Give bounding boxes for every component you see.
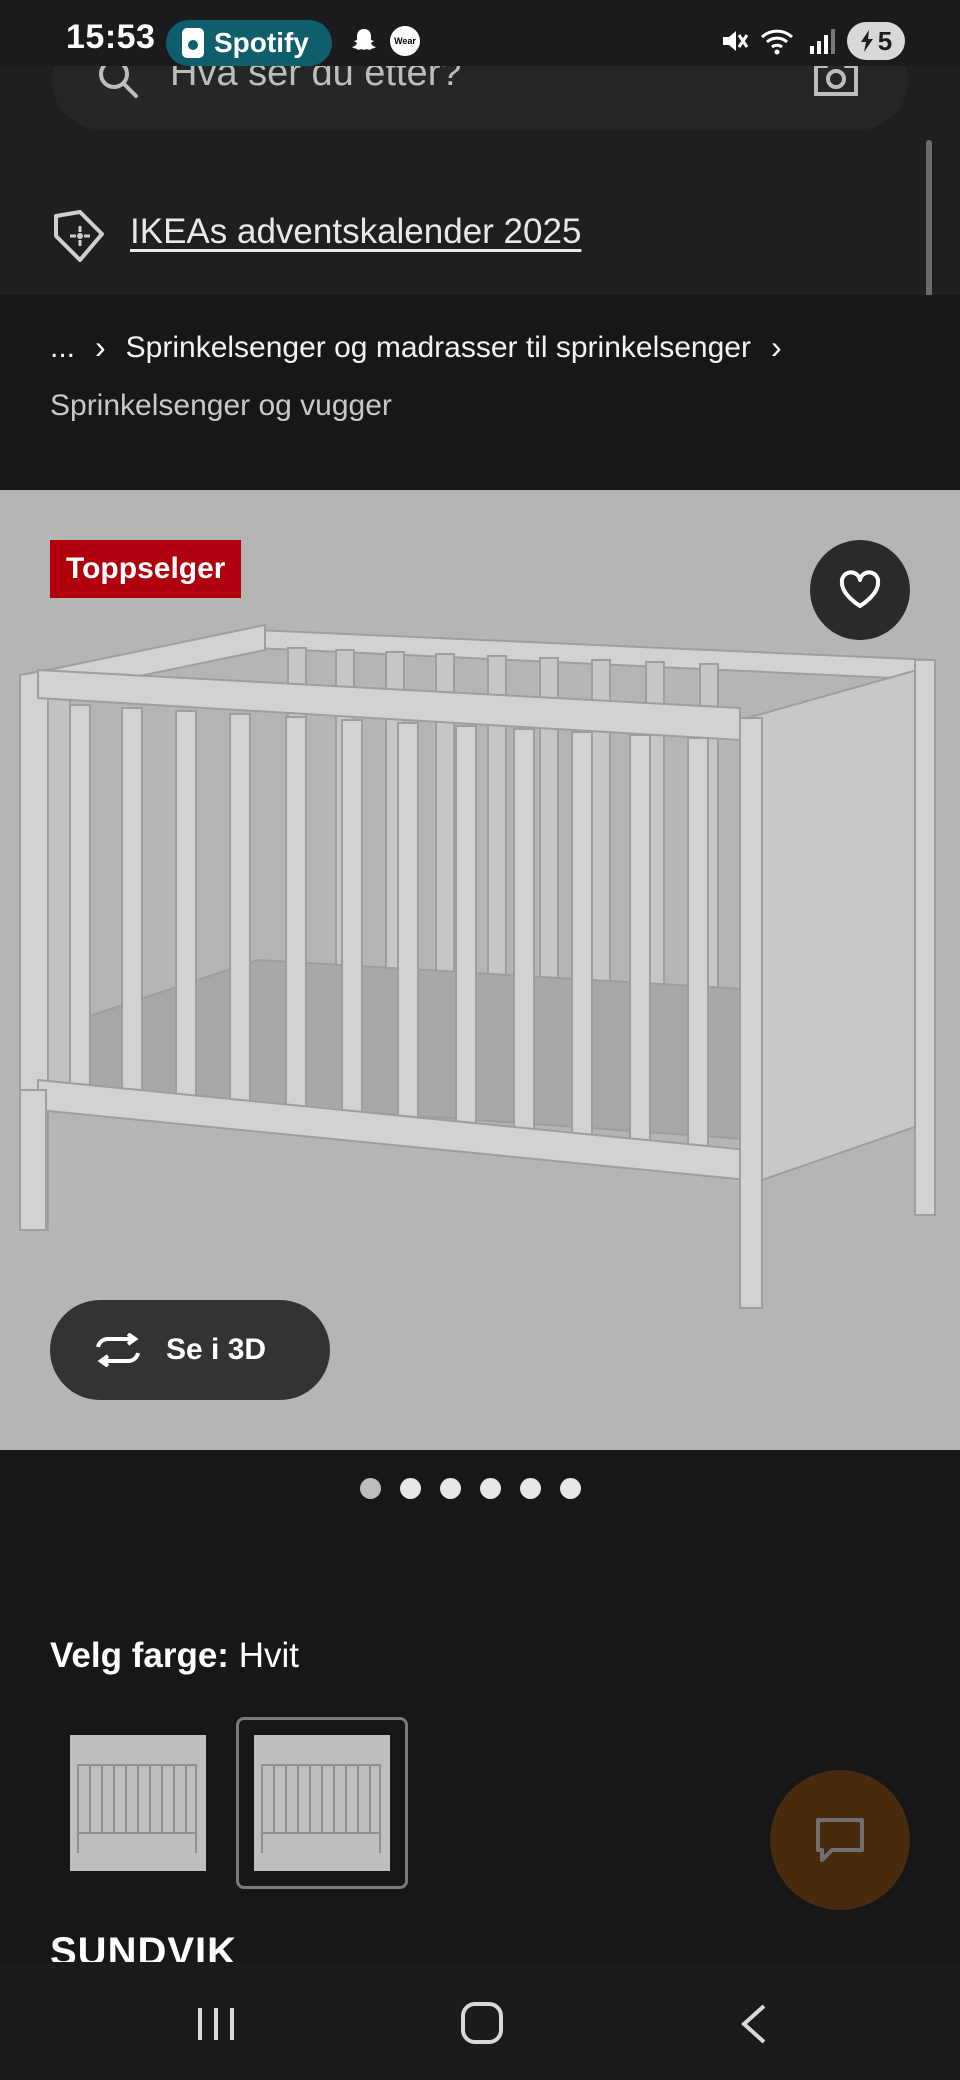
color-swatch-option[interactable] — [52, 1717, 224, 1889]
carousel-dot[interactable] — [399, 1478, 421, 1499]
crib-thumbnail-image — [77, 1764, 197, 1853]
snapchat-icon — [352, 29, 376, 50]
heart-icon — [839, 570, 881, 608]
advent-calendar-link[interactable]: IKEAs adventskalender 2025 — [130, 212, 581, 252]
back-icon[interactable] — [738, 2002, 768, 2046]
home-icon[interactable] — [461, 2002, 503, 2044]
swatch-crib-thumbnail — [70, 1735, 206, 1871]
breadcrumb-ellipsis[interactable]: ... — [50, 331, 75, 365]
wear-app-icon: Wear — [390, 26, 420, 56]
carousel-dot[interactable] — [479, 1478, 501, 1499]
carousel-dots — [0, 1478, 960, 1499]
spotify-label: Spotify — [214, 27, 309, 58]
top-seller-badge: Toppselger — [50, 540, 242, 598]
battery-indicator: 5 — [847, 22, 905, 60]
signal-icon — [810, 29, 835, 54]
favorite-button[interactable] — [810, 540, 910, 640]
breadcrumb: ... › Sprinkelsenger og madrasser til sp… — [0, 295, 960, 490]
color-value: Hvit — [238, 1636, 299, 1675]
carousel-dot[interactable] — [439, 1478, 461, 1499]
carousel-dot[interactable] — [559, 1478, 581, 1499]
color-label: Velg farge: — [50, 1636, 229, 1675]
crib-thumbnail-image — [261, 1764, 381, 1853]
breadcrumb-current: Sprinkelsenger og vugger — [50, 389, 392, 422]
system-icons: 5 — [719, 22, 905, 60]
chevron-right-icon: › — [95, 329, 106, 365]
promo-banner: IKEAs adventskalender 2025 — [0, 140, 960, 295]
android-nav-bar — [0, 1962, 960, 2080]
chat-button[interactable] — [770, 1770, 910, 1910]
rotate-3d-icon — [96, 1333, 140, 1367]
color-selector-label: Velg farge: Hvit — [50, 1636, 299, 1676]
wifi-icon — [760, 29, 794, 55]
color-swatch-option-selected[interactable] — [236, 1717, 408, 1889]
charging-bolt-icon — [860, 30, 873, 52]
view-in-3d-label: Se i 3D — [166, 1333, 267, 1366]
recents-icon[interactable] — [194, 2004, 238, 2044]
view-in-3d-button[interactable]: Se i 3D — [50, 1300, 330, 1400]
speaker-icon — [182, 28, 204, 58]
status-bar: 15:53 Spotify Wear 5 — [0, 0, 960, 66]
spotify-now-playing-pill[interactable]: Spotify — [166, 20, 332, 66]
battery-level: 5 — [877, 25, 893, 56]
breadcrumb-path: ... › Sprinkelsenger og madrasser til sp… — [50, 329, 782, 366]
status-time: 15:53 — [66, 18, 156, 56]
swatch-crib-thumbnail — [254, 1735, 390, 1871]
price-tag-icon — [54, 210, 104, 262]
product-image-carousel[interactable]: Toppselger Se i 3D — [0, 490, 960, 1450]
carousel-dot[interactable] — [519, 1478, 541, 1499]
mute-icon — [723, 31, 749, 51]
chevron-right-icon: › — [770, 329, 782, 365]
carousel-dot[interactable] — [359, 1478, 381, 1499]
breadcrumb-parent-link[interactable]: Sprinkelsenger og madrasser til sprinkel… — [126, 331, 751, 365]
chat-icon — [816, 1818, 864, 1862]
